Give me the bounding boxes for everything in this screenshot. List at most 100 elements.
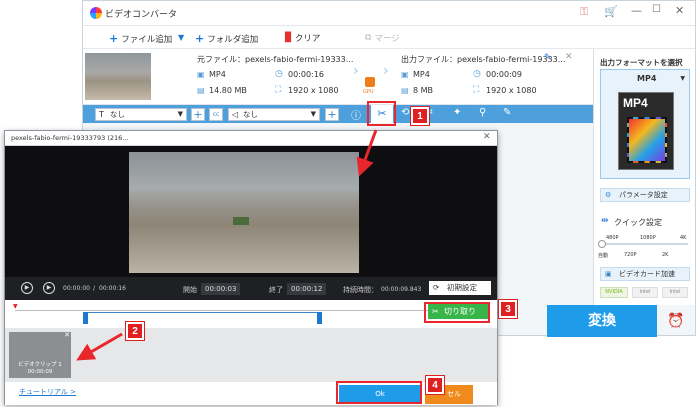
edit-icon[interactable]: ✎ <box>544 53 552 63</box>
nvidia-logo: NVIDIA <box>600 287 628 298</box>
resolution-icon: ⛶ <box>473 85 480 95</box>
current-time: 00:00:00 <box>63 285 90 292</box>
remove-file-icon[interactable]: ✕ <box>565 52 573 62</box>
intel-logo-2: Intel <box>662 287 688 298</box>
clock-icon: ◷ <box>473 69 481 79</box>
res-480p: 480P <box>606 235 619 241</box>
time-separator: / <box>93 285 96 292</box>
maximize-icon[interactable]: ☐ <box>652 4 661 15</box>
src-resolution: 1920 x 1080 <box>288 86 339 95</box>
start-time-field[interactable]: 00:00:03 <box>201 283 241 295</box>
src-duration: 00:00:16 <box>288 70 324 79</box>
slider-thumb[interactable] <box>598 240 606 248</box>
total-time: 00:00:16 <box>99 285 126 292</box>
audio-select[interactable]: ◁ なし ▼ <box>228 108 320 121</box>
format-selector[interactable]: MP4 ▼ MP4 <box>600 69 690 179</box>
out-resolution: 1920 x 1080 <box>486 86 537 95</box>
source-filename: 元ファイル：pexels-fabio-fermi-19333... <box>197 55 354 64</box>
cc-button[interactable]: cc <box>209 108 223 121</box>
app-logo-icon <box>90 7 102 19</box>
clip-duration: 00:00:09 <box>27 369 53 375</box>
res-2k: 2K <box>662 252 669 258</box>
playhead-marker[interactable]: ▼ <box>13 303 18 310</box>
film-graphic <box>627 117 667 163</box>
key-icon[interactable]: ⚿ <box>580 5 588 19</box>
title-bar: ビデオコンバータ ⚿ 🛒 — ☐ ✕ <box>83 1 695 25</box>
rotate-icon[interactable]: ⟲ <box>401 107 409 118</box>
chevron-down-icon: ▼ <box>177 110 183 118</box>
plus-icon: + <box>195 32 205 45</box>
gpu-accel-button[interactable]: ▣ ビデオカード加速 <box>600 267 690 281</box>
effect-icon[interactable]: ✦ <box>453 107 461 118</box>
highlight-cut-icon <box>367 101 396 126</box>
trim-end-handle[interactable] <box>317 312 322 324</box>
info-icon[interactable]: ⓘ <box>351 107 361 122</box>
gpu-icon <box>365 77 375 87</box>
video-preview[interactable] <box>129 152 359 273</box>
add-folder-button[interactable]: + フォルダ追加 <box>195 32 258 45</box>
toolbar: + ファイル追加 ▼ + フォルダ追加 ▉ クリア ⧉ マージ <box>83 25 695 49</box>
watermark-icon[interactable]: ⚲ <box>479 107 486 118</box>
speaker-icon: ◁ <box>232 110 239 119</box>
subtitle-select-value: なし <box>110 110 125 119</box>
output-filename: 出力ファイル：pexels-fabio-fermi-19333... <box>401 55 566 64</box>
edit-icon[interactable]: ✎ <box>503 107 511 118</box>
add-audio-button[interactable]: + <box>325 108 339 121</box>
quick-settings-icon: ⇹ <box>601 216 609 226</box>
params-button[interactable]: ⚙ パラメータ設定 <box>600 188 690 202</box>
step-icon[interactable]: ▶ <box>43 282 55 294</box>
reset-button[interactable]: ⟳ 初期設定 <box>429 281 491 295</box>
clear-label: クリア <box>294 34 321 44</box>
alarm-icon[interactable]: ⏰ <box>667 313 684 329</box>
app-title: ビデオコンバータ <box>105 10 178 20</box>
trim-start-handle[interactable] <box>83 312 88 324</box>
add-file-button[interactable]: + ファイル追加 <box>109 32 172 45</box>
end-label: 終了 <box>269 286 283 294</box>
chevron-down-icon: ▼ <box>680 75 685 82</box>
duration-label: 持続時間： <box>343 286 378 294</box>
quality-slider[interactable]: 480P 1080P 4K <box>598 235 688 249</box>
res-1080p: 1080P <box>640 235 656 241</box>
merge-button[interactable]: ⧉ マージ <box>365 32 400 44</box>
gpu-accel-label: ビデオカード加速 <box>619 270 675 278</box>
dialog-title-bar: pexels-fabio-fermi-19333793 (216... ✕ <box>5 131 497 146</box>
add-file-dropdown-icon[interactable]: ▼ <box>178 33 184 42</box>
clip-close-icon[interactable]: ✕ <box>64 331 70 339</box>
add-folder-label: フォルダ追加 <box>207 34 259 45</box>
plus-icon: + <box>109 32 119 45</box>
trim-dialog: pexels-fabio-fermi-19333793 (216... ✕ ▶ … <box>4 130 498 405</box>
params-label: パラメータ設定 <box>619 191 668 199</box>
mp4-icon-text: MP4 <box>623 96 648 110</box>
arrow-icon: › <box>383 63 389 79</box>
clock-icon: ◷ <box>275 69 283 79</box>
subtitle-select[interactable]: T なし ▼ <box>95 108 187 121</box>
clear-button[interactable]: ▉ クリア <box>285 32 320 44</box>
size-icon: ▤ <box>401 86 409 95</box>
dialog-close-icon[interactable]: ✕ <box>483 132 491 142</box>
dialog-footer: チュートリアル > Ok セル <box>5 382 497 405</box>
merge-label: マージ <box>374 34 400 44</box>
close-icon[interactable]: ✕ <box>675 4 684 17</box>
cart-icon[interactable]: 🛒 <box>604 5 618 18</box>
end-time-field[interactable]: 00:00:12 <box>287 283 327 295</box>
tutorial-link[interactable]: チュートリアル > <box>19 387 76 397</box>
right-panel: 出力フォーマットを選択 MP4 ▼ MP4 ⚙ パラメータ設定 ⇹ クイック設定… <box>593 49 695 305</box>
convert-button[interactable]: 変換 <box>547 305 657 337</box>
dialog-title: pexels-fabio-fermi-19333793 (216... <box>11 134 129 142</box>
quick-settings-label: クイック設定 <box>614 218 662 227</box>
clip-thumbnail[interactable]: ✕ ビデオクリップ 1 00:00:09 <box>9 331 71 378</box>
arrow-icon: › <box>353 63 359 79</box>
text-icon: T <box>99 110 104 119</box>
size-icon: ▤ <box>197 86 205 95</box>
trash-icon: ▉ <box>285 33 292 43</box>
highlight-ok-button <box>336 381 422 404</box>
format-icon: ▣ <box>197 70 205 79</box>
video-thumbnail[interactable] <box>85 53 151 100</box>
audio-select-value: なし <box>243 110 258 119</box>
mp4-file-icon: MP4 <box>618 92 674 170</box>
play-icon[interactable]: ▶ <box>21 282 33 294</box>
harvester-image <box>233 217 249 225</box>
resolution-icon: ⛶ <box>275 85 282 95</box>
minimize-icon[interactable]: — <box>631 4 642 17</box>
add-subtitle-button[interactable]: + <box>191 108 205 121</box>
